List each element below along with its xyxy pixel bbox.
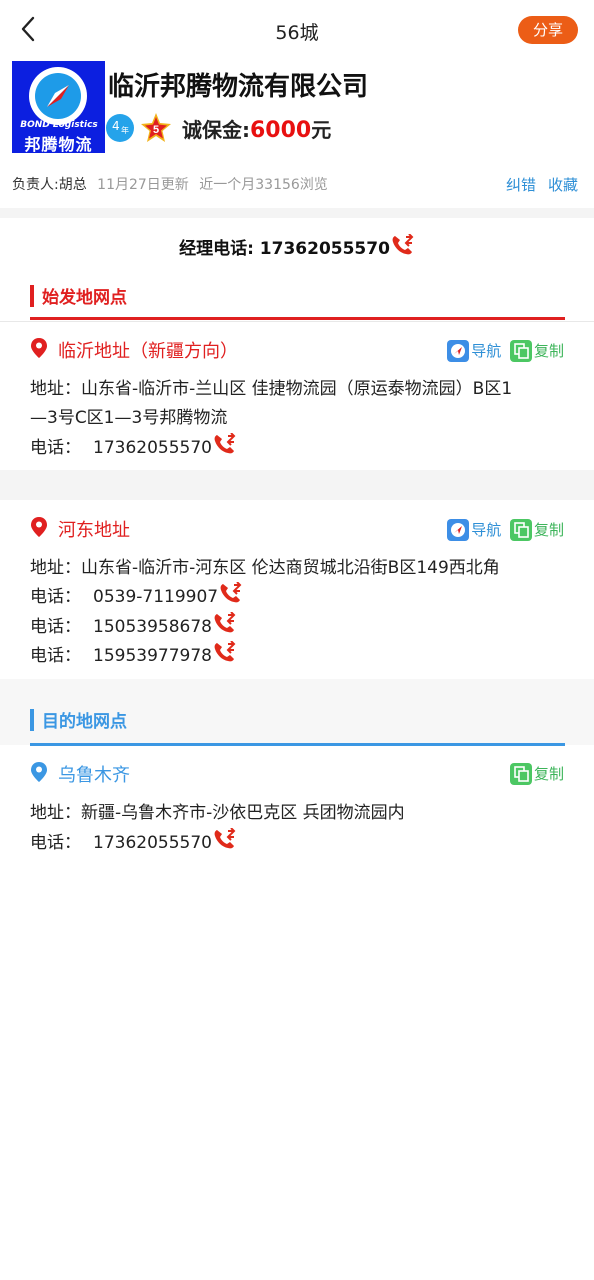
star-rating-badge: 5 xyxy=(140,112,172,144)
phone-row[interactable]: 电话： 15053958678 xyxy=(30,610,237,641)
address-text-continued: —3号C区1—3号邦腾物流 xyxy=(30,408,228,428)
origin-heading: 始发地网点 xyxy=(30,283,127,309)
manager-phone[interactable]: 经理电话: 17362055570 xyxy=(0,232,594,263)
phone-call-icon[interactable] xyxy=(391,232,415,261)
address-text: 地址：山东省-临沂市-兰山区 佳捷物流园（原运泰物流园）B区1 xyxy=(30,379,513,399)
navigation-icon[interactable] xyxy=(447,518,470,541)
address-actions: 导航 复制 xyxy=(447,339,564,363)
divider xyxy=(0,470,594,500)
address-title: 乌鲁木齐 xyxy=(30,761,130,790)
svg-text:5: 5 xyxy=(153,124,159,136)
phone-call-icon[interactable] xyxy=(213,610,237,639)
top-bar: 56城 分享 xyxy=(0,0,594,60)
phone-call-icon[interactable] xyxy=(213,826,237,855)
copy-button[interactable]: 复制 xyxy=(534,342,564,360)
address-text: 地址：新疆-乌鲁木齐市-沙依巴克区 兵团物流园内 xyxy=(30,803,405,823)
page-title: 56城 xyxy=(275,22,319,44)
updated-text: 11月27日更新 xyxy=(97,177,189,193)
copy-icon[interactable] xyxy=(509,339,532,362)
phone-row[interactable]: 电话： 15953977978 xyxy=(30,639,237,670)
phone-number[interactable]: 0539-7119907 xyxy=(93,587,218,607)
navigate-button[interactable]: 导航 xyxy=(471,342,501,360)
phone-number[interactable]: 15953977978 xyxy=(93,646,212,666)
navigate-button[interactable]: 导航 xyxy=(471,521,501,539)
address-actions: 复制 xyxy=(506,762,564,786)
copy-button[interactable]: 复制 xyxy=(534,521,564,539)
divider xyxy=(0,321,594,322)
phone-row[interactable]: 电话： 17362055570 xyxy=(30,826,237,857)
phone-call-icon[interactable] xyxy=(213,431,237,460)
address-text: 地址：山东省-临沂市-河东区 伦达商贸城北沿街B区149西北角 xyxy=(30,558,500,578)
deposit-info: 诚保金:6000元 xyxy=(182,118,332,143)
divider xyxy=(0,208,594,218)
company-logo: BOND Logistics 邦腾物流 xyxy=(12,61,105,153)
copy-icon[interactable] xyxy=(509,762,532,785)
copy-icon[interactable] xyxy=(509,518,532,541)
navigation-icon[interactable] xyxy=(447,339,470,362)
copy-button[interactable]: 复制 xyxy=(534,765,564,783)
phone-number[interactable]: 17362055570 xyxy=(93,833,212,853)
favorite-button[interactable]: 收藏 xyxy=(548,176,578,194)
address-title: 临沂地址（新疆方向） xyxy=(30,337,238,366)
address-title: 河东地址 xyxy=(30,516,130,545)
destination-heading: 目的地网点 xyxy=(30,707,127,733)
address-actions: 导航 复制 xyxy=(447,518,564,542)
views-text: 近一个月33156浏览 xyxy=(199,177,328,193)
company-meta: 负责人:胡总 11月27日更新 近一个月33156浏览 xyxy=(12,174,328,194)
phone-row[interactable]: 电话： 17362055570 xyxy=(30,431,237,462)
phone-call-icon[interactable] xyxy=(219,580,243,609)
location-pin-icon xyxy=(30,516,48,543)
phone-number[interactable]: 15053958678 xyxy=(93,617,212,637)
location-pin-icon xyxy=(30,337,48,364)
correct-button[interactable]: 纠错 xyxy=(506,176,536,194)
company-name: 临沂邦腾物流有限公司 xyxy=(108,72,369,102)
phone-call-icon[interactable] xyxy=(213,639,237,668)
share-button[interactable]: 分享 xyxy=(518,16,578,44)
destination-underline xyxy=(30,743,565,746)
origin-underline xyxy=(30,317,565,320)
meta-actions: 纠错 收藏 xyxy=(494,174,578,195)
years-badge: 4 年 xyxy=(106,114,134,142)
location-pin-icon xyxy=(30,761,48,788)
owner-text: 负责人:胡总 xyxy=(12,177,87,193)
phone-row[interactable]: 电话： 0539-7119907 xyxy=(30,580,243,611)
phone-number[interactable]: 17362055570 xyxy=(93,438,212,458)
